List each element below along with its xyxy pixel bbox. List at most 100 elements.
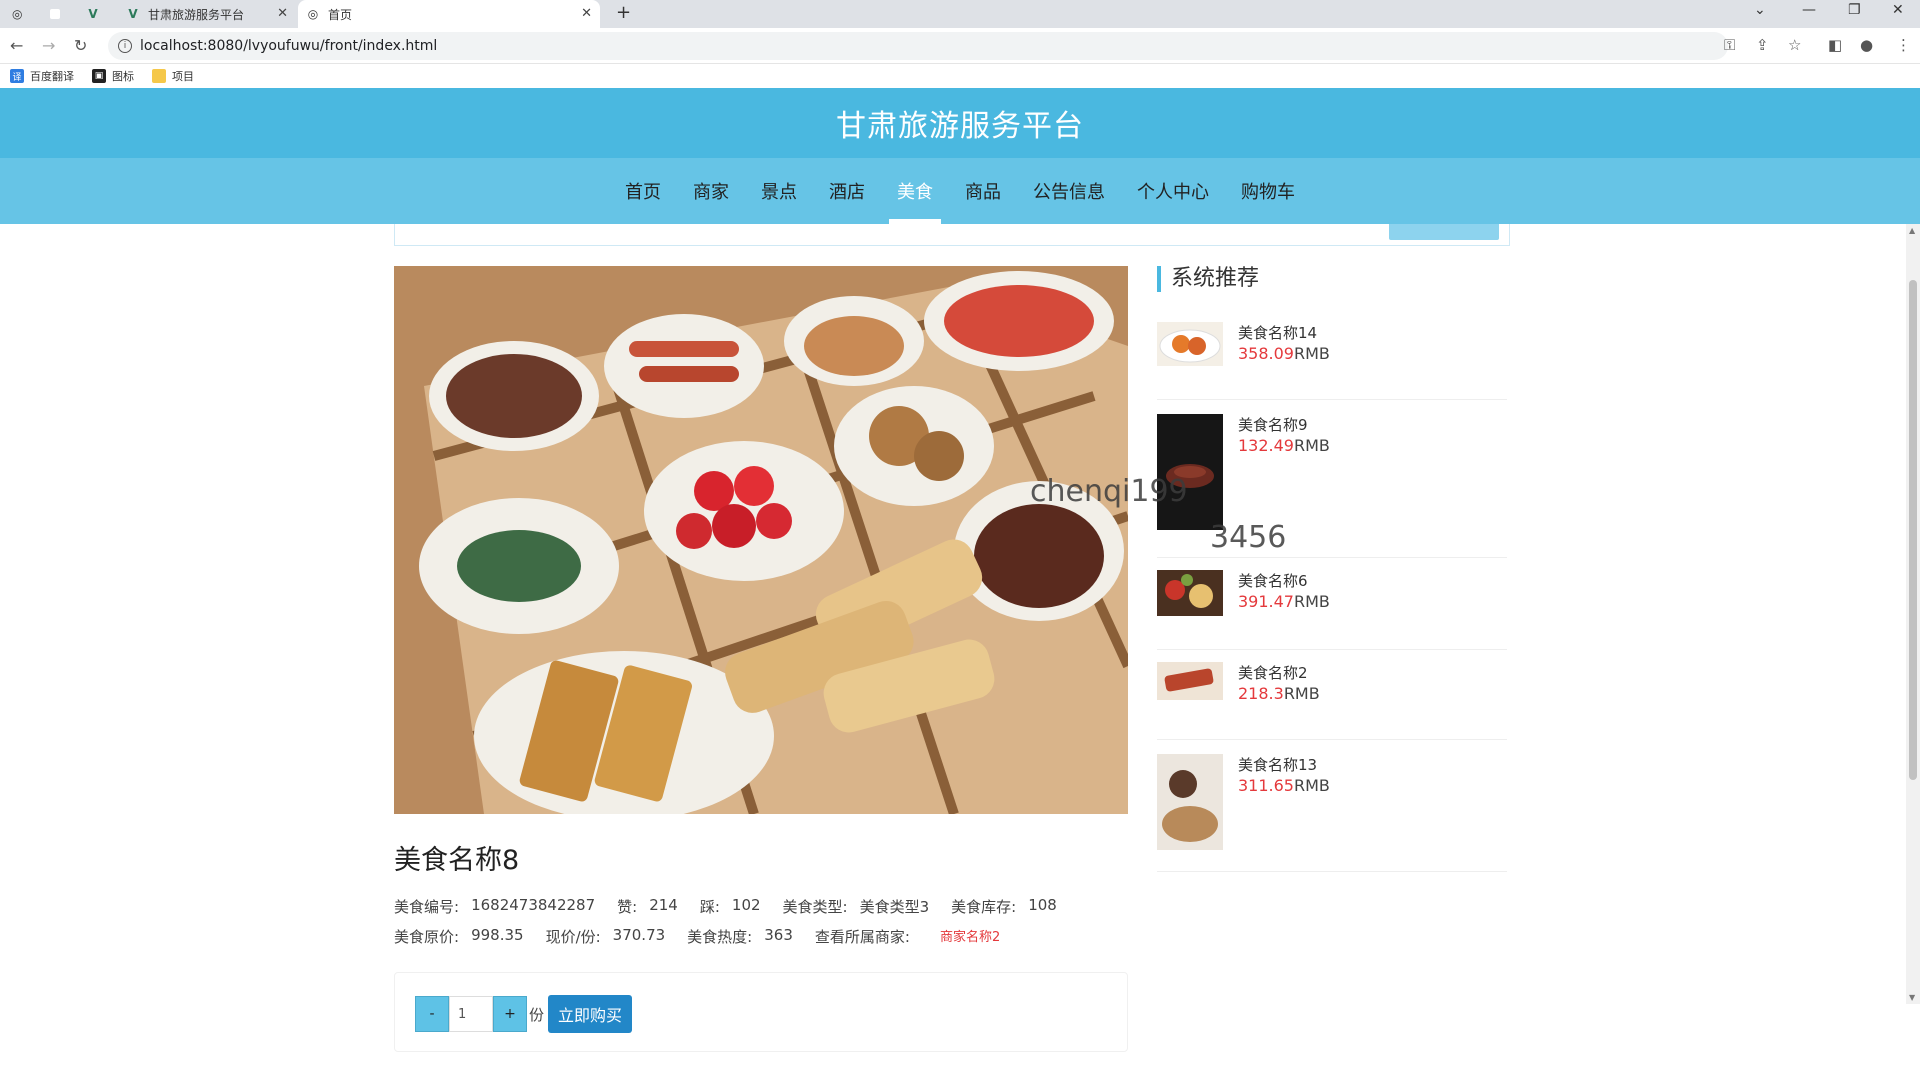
- purchase-box: - 1 + 份 立即购买: [394, 972, 1128, 1052]
- vue-icon: V: [128, 7, 138, 21]
- recommend-item[interactable]: 美食名称6 391.47RMB: [1157, 570, 1507, 650]
- code-label: 美食编号:: [394, 898, 460, 916]
- quantity-stepper: - 1 + 份 立即购买: [415, 995, 633, 1033]
- browser-tab[interactable]: ◎: [4, 0, 38, 28]
- food-title: 美食名称8: [394, 845, 520, 876]
- url-input[interactable]: i localhost:8080/lvyoufuwu/front/index.h…: [108, 32, 1728, 60]
- recommend-thumb: [1157, 322, 1223, 366]
- vue-icon: V: [88, 7, 98, 21]
- recommend-item[interactable]: 美食名称14 358.09RMB: [1157, 322, 1507, 400]
- sidepanel-icon[interactable]: ◧: [1828, 36, 1842, 54]
- url-text: localhost:8080/lvyoufuwu/front/index.htm…: [140, 38, 438, 54]
- recommend-price: 218.3RMB: [1238, 684, 1320, 703]
- reload-icon[interactable]: ↻: [74, 36, 87, 55]
- like-label: 赞:: [617, 898, 638, 916]
- unit-label: 份: [529, 1005, 545, 1024]
- type-value: 美食类型3: [859, 898, 930, 916]
- recommend-price: 132.49RMB: [1238, 436, 1330, 455]
- bookmark-item[interactable]: 项目: [152, 68, 194, 84]
- scrollbar[interactable]: ▲ ▼: [1906, 224, 1920, 1004]
- recommend-thumb: [1157, 662, 1223, 700]
- bookmark-label: 图标: [112, 70, 134, 83]
- nav-announcements[interactable]: 公告信息: [1033, 158, 1105, 224]
- code-value: 1682473842287: [471, 896, 596, 914]
- quantity-input[interactable]: 1: [449, 996, 493, 1032]
- recommend-price: 311.65RMB: [1238, 776, 1330, 795]
- merchant-label: 查看所属商家:: [814, 928, 910, 946]
- bookmark-item[interactable]: ▣ 图标: [92, 68, 134, 84]
- bookmark-label: 项目: [172, 70, 194, 83]
- site-header: 甘肃旅游服务平台: [0, 88, 1920, 158]
- recommend-thumb: [1157, 414, 1223, 530]
- share-icon[interactable]: ⇪: [1756, 36, 1769, 54]
- globe-icon: ◎: [307, 7, 319, 21]
- food-image: [394, 266, 1128, 814]
- stock-value: 108: [1028, 896, 1057, 914]
- chevron-down-icon[interactable]: ⌄: [1754, 2, 1766, 18]
- merchant-link[interactable]: 商家名称2: [940, 926, 1000, 947]
- close-tab-icon[interactable]: ✕: [277, 6, 288, 21]
- key-icon[interactable]: ⚿: [1724, 36, 1735, 54]
- price-value: 391.47: [1238, 592, 1294, 611]
- current-price-value: 370.73: [612, 926, 666, 944]
- profile-icon[interactable]: ●: [1860, 36, 1873, 54]
- recommend-name: 美食名称14: [1238, 324, 1318, 342]
- currency-label: RMB: [1283, 684, 1320, 703]
- page-content: 美食名称8 美食编号: 1682473842287 赞: 214 踩: 102 …: [0, 220, 1920, 1052]
- original-price-value: 998.35: [471, 926, 524, 944]
- recommend-thumb: [1157, 754, 1223, 850]
- forward-icon[interactable]: →: [42, 36, 55, 55]
- close-tab-icon[interactable]: ✕: [581, 6, 592, 21]
- browser-tab[interactable]: V: [80, 0, 114, 28]
- recommend-sidebar: 系统推荐 美食名称14 358.09RMB 美食名称9 132.49RMB 美食…: [1157, 266, 1507, 872]
- minimize-icon[interactable]: —: [1802, 2, 1816, 18]
- dislike-value: 102: [731, 896, 761, 914]
- restore-icon[interactable]: ❐: [1848, 2, 1861, 18]
- price-value: 218.3: [1238, 684, 1284, 703]
- browser-tab[interactable]: V 甘肃旅游服务平台 ✕: [118, 0, 296, 28]
- back-icon[interactable]: ←: [10, 36, 23, 55]
- star-icon[interactable]: ☆: [1788, 36, 1801, 54]
- currency-label: RMB: [1293, 592, 1330, 611]
- nav-hotels[interactable]: 酒店: [829, 158, 865, 224]
- browser-tab[interactable]: [42, 0, 76, 28]
- currency-label: RMB: [1293, 776, 1330, 795]
- scrollbar-thumb[interactable]: [1909, 280, 1917, 780]
- watermark-line-2: 3456: [1210, 520, 1287, 555]
- scroll-down-icon[interactable]: ▼: [1909, 993, 1915, 1002]
- bookmark-item[interactable]: 译百度翻译: [10, 68, 74, 84]
- watermark-line-1: chenqi199: [1030, 474, 1188, 509]
- buy-now-button[interactable]: 立即购买: [548, 995, 633, 1033]
- tab-title: 甘肃旅游服务平台: [148, 7, 245, 22]
- nav-merchants[interactable]: 商家: [693, 158, 729, 224]
- nav-personal-center[interactable]: 个人中心: [1137, 158, 1209, 224]
- recommend-thumb: [1157, 570, 1223, 616]
- heat-label: 美食热度:: [687, 928, 753, 946]
- new-tab-icon[interactable]: +: [616, 2, 631, 23]
- recommend-name: 美食名称13: [1238, 756, 1318, 774]
- price-value: 358.09: [1238, 344, 1294, 363]
- recommend-name: 美食名称9: [1238, 416, 1308, 434]
- search-strip: [394, 220, 1510, 246]
- bookmark-label: 百度翻译: [30, 70, 74, 83]
- nav-food[interactable]: 美食: [889, 158, 941, 224]
- main-nav: 首页 商家 景点 酒店 美食 商品 公告信息 个人中心 购物车: [0, 158, 1920, 224]
- menu-icon[interactable]: ⋮: [1896, 36, 1911, 54]
- dislike-label: 踩:: [699, 898, 720, 916]
- heat-value: 363: [764, 926, 793, 944]
- browser-tab-active[interactable]: ◎ 首页 ✕: [298, 0, 600, 28]
- scroll-up-icon[interactable]: ▲: [1909, 226, 1915, 235]
- recommend-price: 391.47RMB: [1238, 592, 1330, 611]
- nav-cart[interactable]: 购物车: [1241, 158, 1295, 224]
- nav-home[interactable]: 首页: [625, 158, 661, 224]
- decrease-button[interactable]: -: [415, 996, 449, 1032]
- nav-attractions[interactable]: 景点: [761, 158, 797, 224]
- folder-icon: [152, 69, 166, 83]
- increase-button[interactable]: +: [493, 996, 527, 1032]
- recommend-item[interactable]: 美食名称13 311.65RMB: [1157, 754, 1507, 872]
- info-icon[interactable]: i: [118, 39, 132, 53]
- nav-goods[interactable]: 商品: [965, 158, 1001, 224]
- recommend-item[interactable]: 美食名称2 218.3RMB: [1157, 662, 1507, 740]
- price-value: 311.65: [1238, 776, 1294, 795]
- close-window-icon[interactable]: ✕: [1892, 2, 1904, 18]
